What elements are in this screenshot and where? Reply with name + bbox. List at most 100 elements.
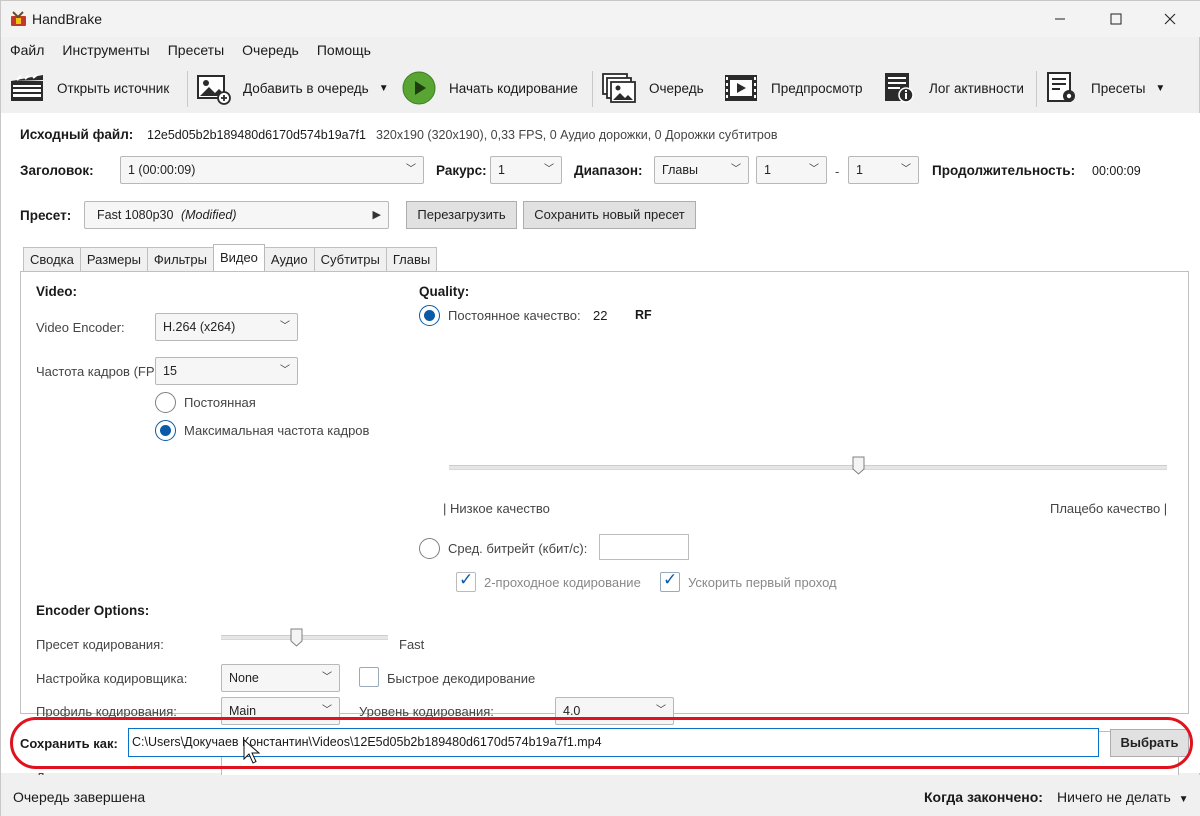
activity-log-icon [885,73,914,103]
menu-help[interactable]: Помощь [308,39,380,61]
minimize-button[interactable] [1037,1,1083,37]
open-source-button[interactable]: Открыть источник [9,65,169,111]
quality-section-title: Quality: [419,284,470,299]
angle-label: Ракурс: [436,163,487,178]
preview-label: Предпросмотр [771,80,863,96]
source-info: 320x190 (320x190), 0,33 FPS, 0 Аудио дор… [376,128,778,142]
video-section-title: Video: [36,284,78,299]
constant-framerate-label: Постоянная [184,395,256,410]
encoder-tune-value: None [229,671,259,685]
chevron-right-icon: ▶ [372,209,381,221]
tab-summary[interactable]: Сводка [23,247,81,271]
main-panel: Исходный файл: 12e5d05b2b189480d6170d574… [1,113,1200,816]
encoder-preset-slider-thumb[interactable] [290,628,303,647]
toolbar-divider [1036,71,1037,107]
start-encode-button[interactable]: Начать кодирование [401,65,578,111]
status-bar: Очередь завершена Когда закончено: Ничег… [1,775,1200,816]
queue-button[interactable]: Очередь [601,65,704,111]
queue-label: Очередь [649,80,704,96]
avg-bitrate-input[interactable] [599,534,689,560]
menu-queue[interactable]: Очередь [233,39,308,61]
chevron-down-icon[interactable]: ▼ [379,83,389,94]
chevron-down-icon[interactable]: ▼ [1155,83,1165,94]
chevron-down-icon: ﹀ [280,365,290,376]
encoder-profile-value: Main [229,704,257,718]
toolbar-divider [187,71,188,107]
reload-preset-button[interactable]: Перезагрузить [406,201,517,229]
toolbar: Открыть источник Добавить в очередь ▼ На… [1,65,1200,111]
peak-framerate-radio[interactable] [155,420,176,441]
constant-quality-radio[interactable] [419,305,440,326]
turbo-first-pass-checkbox[interactable] [660,570,680,592]
rf-unit: RF [635,308,652,322]
close-button[interactable] [1147,1,1193,37]
encoder-preset-slider-track[interactable] [221,635,388,640]
close-icon [1164,13,1176,25]
preset-name: Fast 1080p30 [97,208,174,222]
menu-bar: Файл Инструменты Пресеты Очередь Помощь [1,39,380,61]
menu-file[interactable]: Файл [1,39,53,61]
tab-dimensions[interactable]: Размеры [79,247,148,271]
framerate-select[interactable]: 15 ﹀ [155,357,298,385]
duration-value: 00:00:09 [1092,164,1141,178]
angle-select[interactable]: 1 ﹀ [490,156,562,184]
range-end-select[interactable]: 1 ﹀ [848,156,919,184]
chevron-down-icon: ﹀ [280,321,290,332]
save-as-highlight-oval [10,717,1193,769]
framerate-label: Частота кадров (FPS): [36,364,155,379]
high-quality-label: Плацебо качество | [1050,501,1168,516]
save-new-preset-button[interactable]: Сохранить новый пресет [523,201,696,229]
angle-select-value: 1 [498,163,505,177]
preset-modified: (Modified) [180,208,237,222]
fast-decode-checkbox[interactable] [359,667,379,687]
presets-button[interactable]: Пресеты ▼ [1043,65,1165,111]
menu-tools[interactable]: Инструменты [53,39,158,61]
encoder-preset-label: Пресет кодирования: [36,637,164,652]
constant-quality-label: Постоянное качество: [448,308,581,323]
tab-subtitles[interactable]: Субтитры [313,247,387,271]
tab-audio[interactable]: Аудио [263,247,315,271]
two-pass-checkbox[interactable] [456,570,476,592]
range-start-select[interactable]: 1 ﹀ [756,156,827,184]
range-mode-value: Главы [662,163,698,177]
rf-value: 22 [593,308,608,323]
tab-video[interactable]: Видео [212,244,265,271]
quality-slider-track[interactable] [449,465,1167,470]
range-mode-select[interactable]: Главы ﹀ [654,156,749,184]
tab-chapters[interactable]: Главы [385,247,438,271]
handbrake-window: HandBrake Файл Инструменты Пресеты Очере… [0,0,1200,816]
avg-bitrate-radio[interactable] [419,538,440,559]
when-done-select[interactable]: Ничего не делать ▼ [1057,789,1189,805]
status-text: Очередь завершена [13,789,146,805]
queue-stack-icon [602,73,636,103]
maximize-icon [1110,13,1122,25]
fast-decode-label: Быстрое декодирование [387,671,536,686]
menu-presets[interactable]: Пресеты [159,39,233,61]
video-encoder-value: H.264 (x264) [163,320,236,334]
framerate-value: 15 [163,364,177,378]
chevron-down-icon: ﹀ [406,164,416,175]
window-title: HandBrake [32,11,103,27]
title-label: Заголовок: [20,163,94,178]
preview-button[interactable]: Предпросмотр [723,65,863,111]
video-encoder-select[interactable]: H.264 (x264) ﹀ [155,313,298,341]
maximize-button[interactable] [1093,1,1139,37]
encoder-options-title: Encoder Options: [36,603,150,618]
encoder-tune-select[interactable]: None ﹀ [221,664,340,692]
quality-slider-thumb[interactable] [852,456,865,475]
tab-filters[interactable]: Фильтры [146,247,214,271]
title-bar: HandBrake [1,1,1200,37]
when-done-label: Когда закончено: [924,789,1043,805]
chevron-down-icon: ﹀ [809,164,819,175]
activity-log-button[interactable]: Лог активности [881,65,1024,111]
turbo-first-pass-label: Ускорить первый проход [688,575,837,590]
minimize-icon [1055,18,1065,20]
constant-framerate-radio[interactable] [155,392,176,413]
preset-select[interactable]: Fast 1080p30 (Modified) ▶ [84,201,389,229]
encoder-tune-label: Настройка кодировщика: [36,671,188,686]
source-name: 12e5d05b2b189480d6170d574b19a7f1 [147,128,366,142]
add-to-queue-button[interactable]: Добавить в очередь ▼ [195,65,389,111]
mouse-cursor-icon [243,739,261,764]
presets-settings-icon [1047,72,1075,102]
title-select[interactable]: 1 (00:00:09) ﹀ [120,156,424,184]
